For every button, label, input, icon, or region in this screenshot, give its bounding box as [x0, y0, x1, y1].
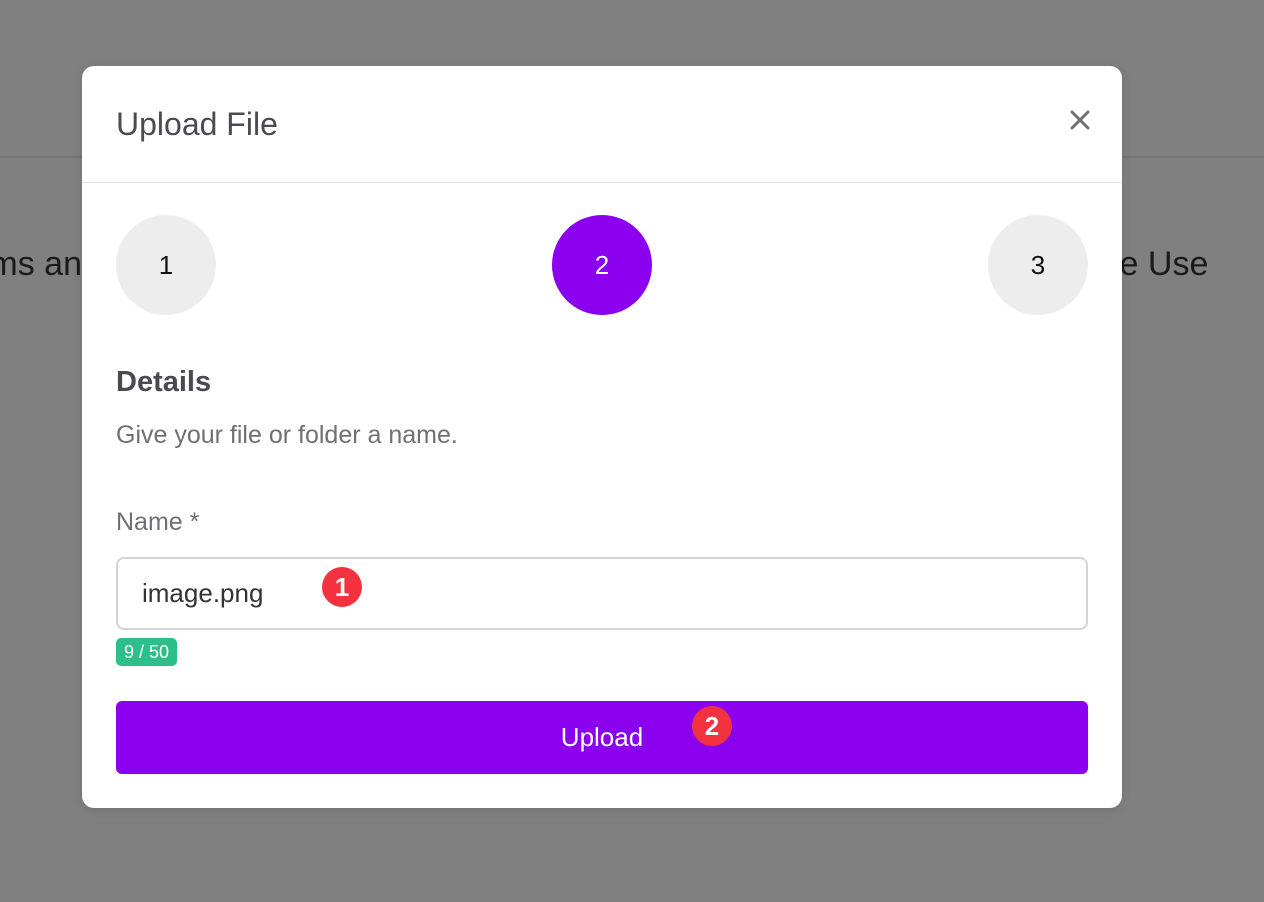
annotation-marker-2: 2 — [692, 706, 732, 746]
name-field-label: Name * — [116, 508, 200, 536]
step-2-active[interactable]: 2 — [552, 215, 652, 315]
stepper: 1 2 3 — [116, 215, 1088, 315]
close-icon[interactable] — [1068, 108, 1092, 132]
background-text-right: le Use — [1112, 245, 1209, 283]
step-3[interactable]: 3 — [988, 215, 1088, 315]
modal-title: Upload File — [116, 106, 278, 142]
annotation-marker-1: 1 — [322, 567, 362, 607]
step-1[interactable]: 1 — [116, 215, 216, 315]
upload-file-modal: Upload File 1 2 3 Details Give your file… — [82, 66, 1122, 808]
modal-header: Upload File — [82, 66, 1122, 183]
name-input[interactable] — [116, 557, 1088, 630]
section-description: Give your file or folder a name. — [116, 421, 458, 449]
character-count-badge: 9 / 50 — [116, 638, 178, 666]
upload-button[interactable]: Upload — [116, 701, 1088, 774]
background-text-left: ms an — [0, 245, 82, 283]
section-title: Details — [116, 366, 212, 398]
